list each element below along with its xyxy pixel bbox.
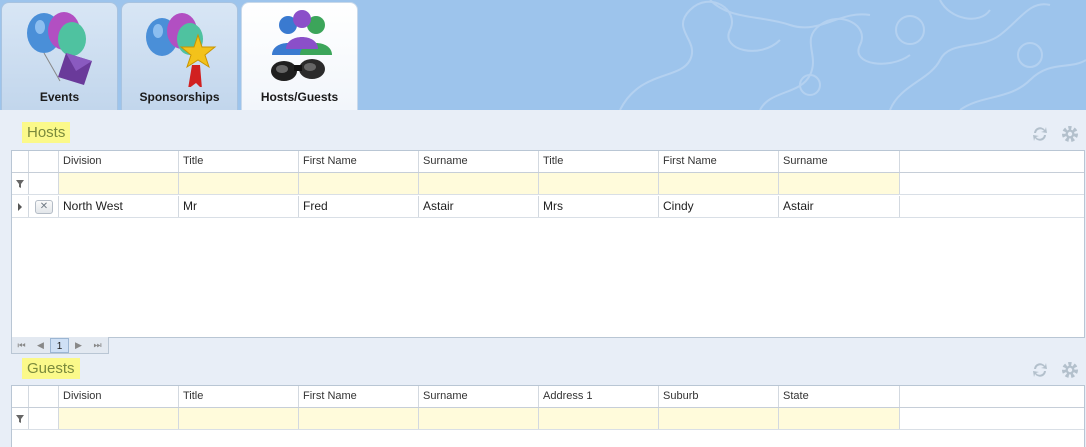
column-header[interactable]: Address 1 [539,386,659,407]
filter-cell[interactable] [299,408,419,429]
table-cell[interactable]: Fred [299,196,419,217]
column-header[interactable]: Surname [419,386,539,407]
table-cell[interactable]: North West [59,196,179,217]
filter-funnel-icon [16,415,24,423]
guests-filter-row [12,408,1084,430]
hosts-title: Hosts [22,122,71,143]
row-expand-icon[interactable] [18,203,22,211]
tab-hosts-guests[interactable]: Hosts/Guests [241,2,358,110]
column-header[interactable]: Division [59,386,179,407]
prev-page-button[interactable]: ◀ [31,338,50,353]
filter-cell[interactable] [779,173,900,194]
hosts-pager: ⏮ ◀ 1 ▶ ⏭ [11,337,109,354]
refresh-icon[interactable] [1030,124,1050,144]
filter-cell[interactable] [59,173,179,194]
settings-gear-icon[interactable] [1060,360,1080,380]
delete-row-button[interactable]: ✕ [35,200,53,214]
filter-cell[interactable] [179,408,299,429]
tab-label-hosts-guests: Hosts/Guests [260,90,339,104]
table-row[interactable]: ✕ North West Mr Fred Astair Mrs Cindy As… [12,196,1084,218]
column-header[interactable]: Surname [779,151,900,172]
balloons-envelope-icon [27,12,92,85]
refresh-icon[interactable] [1030,360,1050,380]
filter-cell[interactable] [419,408,539,429]
next-page-button[interactable]: ▶ [69,338,88,353]
table-cell[interactable]: Astair [419,196,539,217]
page-number[interactable]: 1 [50,337,69,353]
tab-sponsorships[interactable]: Sponsorships [121,2,238,110]
table-cell[interactable]: Mrs [539,196,659,217]
table-cell[interactable]: Cindy [659,196,779,217]
first-page-button[interactable]: ⏮ [12,338,31,353]
tab-label-events: Events [39,90,80,104]
column-header[interactable]: First Name [659,151,779,172]
tab-events[interactable]: Events [1,2,118,110]
tab-bar: Events Sponsorships Hosts/Guests [0,0,1086,110]
filter-funnel-icon [16,180,24,188]
column-header[interactable]: State [779,386,900,407]
column-header[interactable]: Title [179,151,299,172]
guests-title: Guests [22,358,80,379]
filter-cell[interactable] [59,408,179,429]
table-cell[interactable]: Astair [779,196,900,217]
tab-label-sponsorships: Sponsorships [139,90,220,104]
filter-cell[interactable] [659,408,779,429]
column-header[interactable]: Suburb [659,386,779,407]
column-header[interactable]: Division [59,151,179,172]
people-binoculars-icon [271,10,332,81]
last-page-button[interactable]: ⏭ [88,338,107,353]
hosts-panel-header: Hosts [0,118,1086,150]
filter-cell[interactable] [299,173,419,194]
column-header[interactable]: Title [179,386,299,407]
filter-cell[interactable] [539,173,659,194]
table-cell[interactable]: Mr [179,196,299,217]
filter-cell[interactable] [419,173,539,194]
guests-panel-header: Guests [0,354,1086,386]
column-header[interactable]: Surname [419,151,539,172]
hosts-header-row: Division Title First Name Surname Title … [12,151,1084,173]
settings-gear-icon[interactable] [1060,124,1080,144]
column-header[interactable]: Title [539,151,659,172]
filter-cell[interactable] [539,408,659,429]
filter-cell[interactable] [779,408,900,429]
filter-cell[interactable] [659,173,779,194]
puzzle-background [619,0,1086,110]
column-header[interactable]: First Name [299,151,419,172]
guests-grid: Division Title First Name Surname Addres… [11,385,1085,447]
column-header[interactable]: First Name [299,386,419,407]
guests-header-row: Division Title First Name Surname Addres… [12,386,1084,408]
hosts-filter-row [12,173,1084,195]
hosts-grid: Division Title First Name Surname Title … [11,150,1085,338]
balloons-award-icon [146,13,217,87]
filter-cell[interactable] [179,173,299,194]
